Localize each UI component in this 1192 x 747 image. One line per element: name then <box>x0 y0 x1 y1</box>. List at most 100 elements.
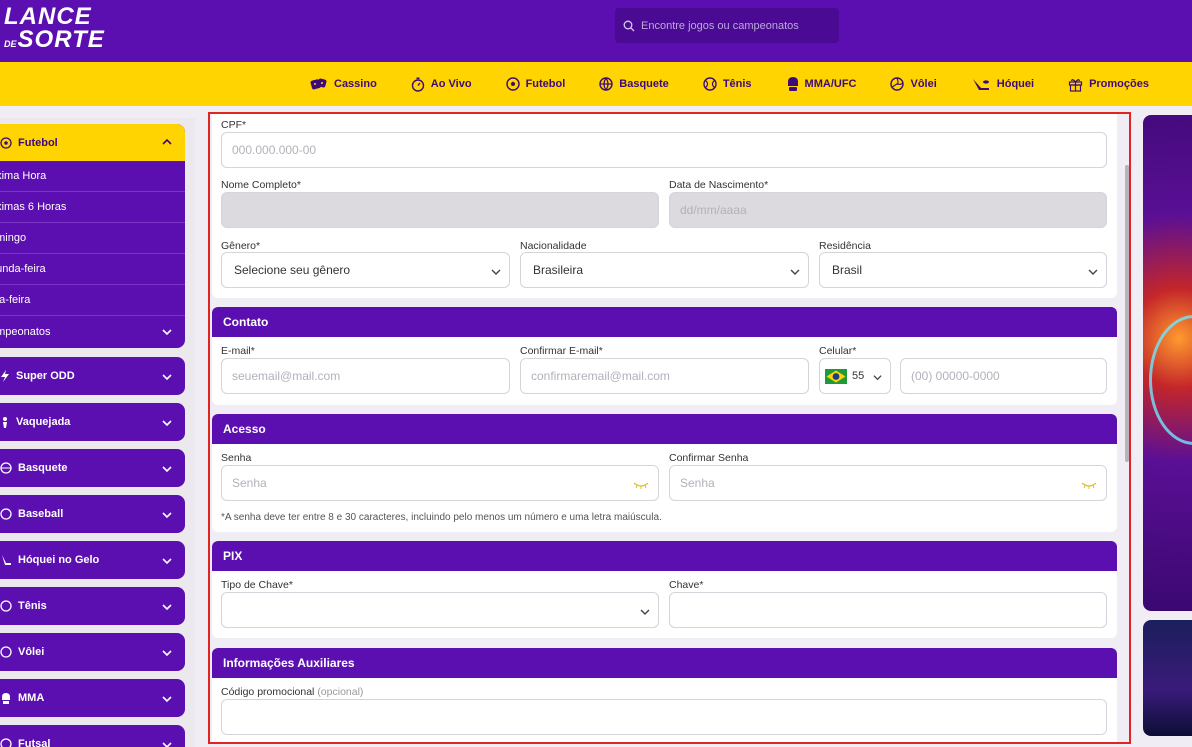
email-label: E-mail* <box>221 345 255 357</box>
nav-basquete[interactable]: Basquete <box>599 77 669 91</box>
nav-futebol[interactable]: Futebol <box>505 77 566 91</box>
sidebar-subitem-proxima-hora[interactable]: óxima Hora <box>0 161 185 192</box>
registration-form: CPF* Nome Completo* Data de Nascimento* … <box>208 112 1131 744</box>
cpf-field[interactable] <box>221 132 1107 168</box>
country-code-select[interactable]: 55 <box>819 358 891 394</box>
hockey-icon <box>972 79 989 90</box>
logo-de: DE <box>4 38 17 49</box>
promo-code-label: Código promocional (opcional) <box>221 686 363 698</box>
nav-label: Futebol <box>525 78 566 90</box>
confirm-email-field[interactable] <box>520 358 809 394</box>
confirm-password-field[interactable] <box>669 465 1107 501</box>
chevron-down-icon <box>873 375 882 381</box>
sidebar-futebol-group: Futebol óxima Hora óximas 6 Horas omingo… <box>0 124 185 348</box>
basketball-icon <box>0 462 12 474</box>
sports-nav-bar: Cassino Ao Vivo Futebol Basquete Tênis M… <box>0 62 1192 106</box>
promo-banner-top[interactable] <box>1143 115 1192 611</box>
boxing-glove-icon <box>2 693 10 704</box>
brand-logo[interactable]: LANCE DE SORTE <box>4 5 105 52</box>
sidebar-item-basquete[interactable]: Basquete <box>0 449 185 487</box>
search-input[interactable] <box>641 19 831 32</box>
baseball-icon <box>0 508 12 520</box>
password-requirements-note: *A senha deve ter entre 8 e 30 caractere… <box>221 512 662 523</box>
pix-key-field[interactable] <box>669 592 1107 628</box>
chevron-down-icon <box>491 269 501 275</box>
banner-glow-ring <box>1149 315 1192 445</box>
sidebar-item-futsal[interactable]: Futsal <box>0 725 185 747</box>
sidebar-item-volei[interactable]: Vôlei <box>0 633 185 671</box>
chevron-down-icon <box>162 604 172 611</box>
chevron-down-icon <box>162 742 172 747</box>
sidebar-item-label: Baseball <box>18 508 64 520</box>
boxing-glove-icon <box>787 77 798 91</box>
sidebar-item-futebol[interactable]: Futebol <box>0 124 185 161</box>
birth-date-field[interactable] <box>669 192 1107 228</box>
nav-label: Promoções <box>1089 78 1149 90</box>
nationality-label: Nacionalidade <box>520 240 587 252</box>
sidebar-subitem-proximas-6-horas[interactable]: óximas 6 Horas <box>0 192 185 223</box>
sports-sidebar: Futebol óxima Hora óximas 6 Horas omingo… <box>0 118 195 747</box>
confirm-password-label: Confirmar Senha <box>669 452 749 464</box>
nav-promocoes[interactable]: Promoções <box>1068 77 1149 92</box>
residence-select-value: Brasil <box>832 263 863 277</box>
sidebar-item-label: Basquete <box>18 462 68 474</box>
chevron-down-icon <box>640 609 650 615</box>
form-scrollbar[interactable] <box>1125 165 1129 462</box>
sidebar-subitem-terca-feira[interactable]: rça-feira <box>0 285 185 316</box>
brazil-flag-icon <box>825 368 847 384</box>
nav-mma-ufc[interactable]: MMA/UFC <box>786 76 857 92</box>
eye-closed-icon[interactable] <box>1081 481 1097 489</box>
chevron-down-icon <box>162 420 172 427</box>
nav-tenis[interactable]: Tênis <box>703 77 752 91</box>
sidebar-item-super-odd[interactable]: Super ODD <box>0 357 185 395</box>
key-type-select[interactable] <box>221 592 659 628</box>
nav-label: Basquete <box>619 78 669 90</box>
sidebar-subitem-domingo[interactable]: omingo <box>0 223 185 254</box>
promo-code-label-text: Código promocional <box>221 686 315 698</box>
sidebar-item-vaquejada[interactable]: Vaquejada <box>0 403 185 441</box>
nationality-select-value: Brasileira <box>533 263 584 277</box>
sidebar-item-baseball[interactable]: Baseball <box>0 495 185 533</box>
gift-icon <box>1068 78 1083 92</box>
sidebar-item-label: Futebol <box>18 136 58 149</box>
nav-label: Tênis <box>722 78 752 90</box>
sidebar-subitem-label: ampeonatos <box>0 325 51 338</box>
nav-volei[interactable]: Vôlei <box>890 77 937 91</box>
promo-code-field[interactable] <box>221 699 1107 735</box>
sidebar-subitem-campeonatos[interactable]: ampeonatos <box>0 316 185 347</box>
pix-section: PIX Tipo de Chave* Chave* <box>212 541 1117 638</box>
chevron-down-icon <box>790 269 800 275</box>
chevron-down-icon <box>162 558 172 565</box>
search-box[interactable] <box>615 8 839 43</box>
nationality-select[interactable]: Brasileira <box>520 252 809 288</box>
sidebar-item-label: Super ODD <box>16 370 75 382</box>
residence-label: Residência <box>819 240 871 252</box>
contact-section-title: Contato <box>212 307 1117 337</box>
chevron-down-icon <box>162 374 172 381</box>
birth-date-label: Data de Nascimento* <box>669 179 769 191</box>
confirm-email-label: Confirmar E-mail* <box>520 345 603 357</box>
lightning-icon <box>1 370 9 382</box>
sidebar-item-tenis[interactable]: Tênis <box>0 587 185 625</box>
nav-hoquei[interactable]: Hóquei <box>971 77 1034 91</box>
sidebar-subitem-segunda-feira[interactable]: gunda-feira <box>0 254 185 285</box>
promo-banner-bottom[interactable] <box>1143 620 1192 736</box>
password-field[interactable] <box>221 465 659 501</box>
sidebar-item-hoquei-no-gelo[interactable]: Hóquei no Gelo <box>0 541 185 579</box>
nav-label: Cassino <box>334 78 377 90</box>
gender-select-value: Selecione seu gênero <box>234 263 351 277</box>
soccer-ball-icon <box>0 738 12 747</box>
basketball-icon <box>599 77 613 91</box>
phone-field[interactable] <box>900 358 1107 394</box>
nav-label: Ao Vivo <box>430 78 472 90</box>
sidebar-item-mma[interactable]: MMA <box>0 679 185 717</box>
nav-cassino[interactable]: Cassino <box>310 77 377 91</box>
eye-closed-icon[interactable] <box>633 481 649 489</box>
nav-ao-vivo[interactable]: Ao Vivo <box>411 77 472 92</box>
gender-select[interactable]: Selecione seu gênero <box>221 252 510 288</box>
email-field[interactable] <box>221 358 510 394</box>
nav-label: MMA/UFC <box>804 78 857 90</box>
residence-select[interactable]: Brasil <box>819 252 1107 288</box>
volleyball-icon <box>890 77 905 91</box>
full-name-field[interactable] <box>221 192 659 228</box>
